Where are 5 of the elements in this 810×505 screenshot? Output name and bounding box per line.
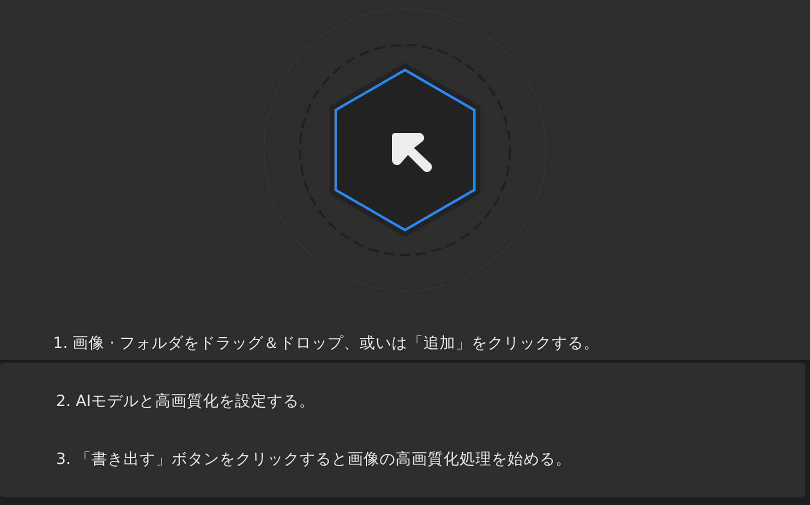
instruction-text: 3. 「書き出す」ボタンをクリックすると画像の高画質化処理を始める。 (56, 449, 573, 469)
add-button[interactable] (330, 63, 480, 237)
arrow-icon (392, 133, 432, 172)
instruction-text: 2. AIモデルと高画質化を設定する。 (56, 391, 316, 411)
instruction-text: 1. 画像 · フォルダをドラッグ＆ドロップ、或いは「追加」をクリックする。 (53, 333, 600, 354)
